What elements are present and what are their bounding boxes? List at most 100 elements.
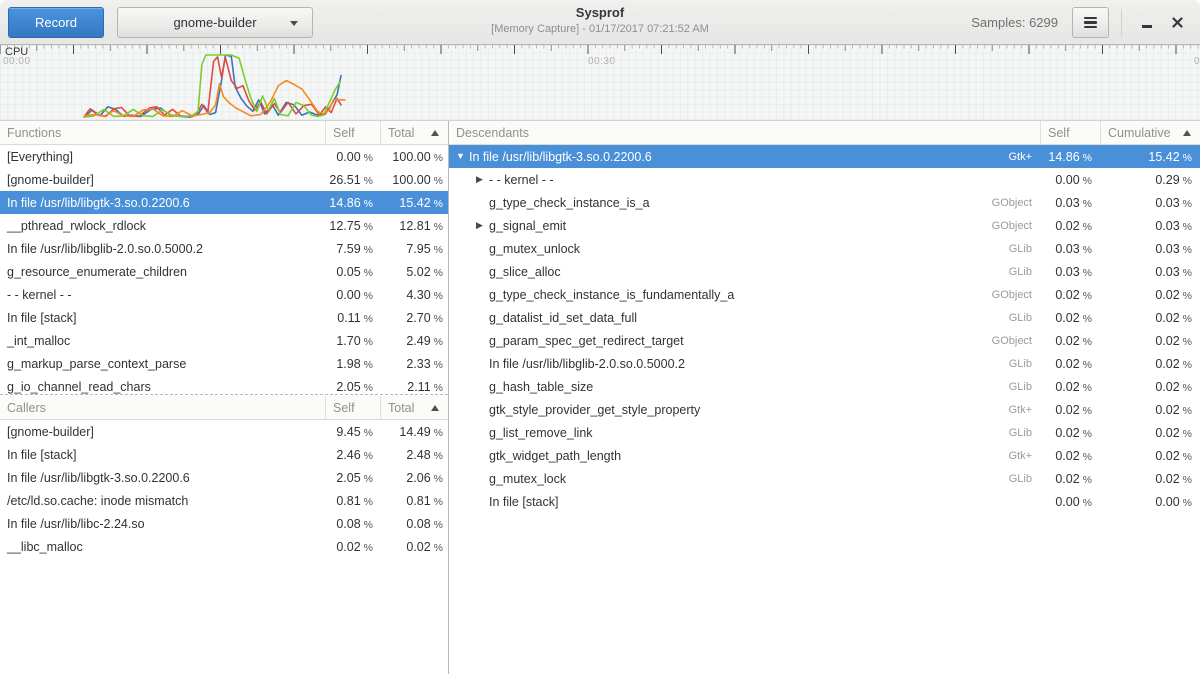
self-value-cell: 0.02% [1040, 334, 1100, 348]
library-badge: Gtk+ [1000, 404, 1040, 416]
library-badge: GLib [1001, 381, 1040, 393]
total-column-header[interactable]: Total [380, 121, 448, 144]
callers-column-header[interactable]: Callers [0, 396, 325, 419]
cumulative-column-header[interactable]: Cumulative [1100, 121, 1200, 144]
descendant-name-cell: g_type_check_instance_is_aGObject [449, 196, 1040, 210]
minimize-icon [1142, 25, 1152, 28]
headerbar-right: Samples: 6299 [971, 0, 1192, 45]
total-column-header[interactable]: Total [380, 396, 448, 419]
self-value-cell: 0.02% [1040, 449, 1100, 463]
cumulative-value-cell: 0.02% [1100, 357, 1200, 371]
table-row[interactable]: g_resource_enumerate_children0.05%5.02% [0, 260, 448, 283]
descendant-name-label: g_signal_emit [489, 219, 566, 233]
table-row[interactable]: _int_malloc1.70%2.49% [0, 329, 448, 352]
cumulative-value-cell: 0.03% [1100, 219, 1200, 233]
table-row[interactable]: In file /usr/lib/libc-2.24.so0.08%0.08% [0, 512, 448, 535]
table-row[interactable]: In file /usr/lib/libgtk-3.so.0.2200.614.… [0, 191, 448, 214]
time-tick-label: 01:00 [1194, 56, 1200, 67]
table-row[interactable]: g_hash_table_sizeGLib0.02%0.02% [449, 375, 1200, 398]
table-row[interactable]: __libc_malloc0.02%0.02% [0, 535, 448, 558]
function-name-cell: In file /usr/lib/libc-2.24.so [0, 517, 325, 531]
table-row[interactable]: ▶g_signal_emitGObject0.02%0.03% [449, 214, 1200, 237]
table-row[interactable]: In file /usr/lib/libglib-2.0.so.0.5000.2… [449, 352, 1200, 375]
total-column-label: Total [388, 126, 414, 140]
table-row[interactable]: In file [stack]2.46%2.48% [0, 443, 448, 466]
close-button[interactable] [1162, 8, 1192, 38]
table-row[interactable]: ▼In file /usr/lib/libgtk-3.so.0.2200.6Gt… [449, 145, 1200, 168]
descendant-name-cell: ▶- - kernel - - [449, 173, 1040, 187]
process-selector[interactable]: gnome-builder [117, 7, 313, 38]
table-row[interactable]: g_markup_parse_context_parse1.98%2.33% [0, 352, 448, 375]
cumulative-column-label: Cumulative [1108, 126, 1171, 140]
total-value-cell: 2.70% [380, 311, 448, 325]
cpu-graph[interactable]: CPU 00:0000:3001:00 [0, 45, 1200, 121]
headerbar: Record gnome-builder Sysprof [Memory Cap… [0, 0, 1200, 45]
table-row[interactable]: /etc/ld.so.cache: inode mismatch0.81%0.8… [0, 489, 448, 512]
library-badge: GObject [984, 197, 1040, 209]
table-row[interactable]: [gnome-builder]26.51%100.00% [0, 168, 448, 191]
left-panel: Functions Self Total [Everything]0.00%10… [0, 121, 448, 674]
table-row[interactable]: g_type_check_instance_is_fundamentally_a… [449, 283, 1200, 306]
self-value-cell: 26.51% [325, 173, 380, 187]
table-row[interactable]: g_slice_allocGLib0.03%0.03% [449, 260, 1200, 283]
table-row[interactable]: __pthread_rwlock_rdlock12.75%12.81% [0, 214, 448, 237]
window-controls-divider [1121, 9, 1122, 36]
record-button[interactable]: Record [8, 7, 104, 38]
table-row[interactable]: g_mutex_unlockGLib0.03%0.03% [449, 237, 1200, 260]
cumulative-value-cell: 0.02% [1100, 403, 1200, 417]
library-badge: Gtk+ [1000, 151, 1040, 163]
self-column-header[interactable]: Self [325, 396, 380, 419]
library-badge: GLib [1001, 427, 1040, 439]
expander-closed-icon[interactable]: ▶ [476, 175, 489, 184]
descendant-name-cell: g_datalist_id_set_data_fullGLib [449, 311, 1040, 325]
table-row[interactable]: [gnome-builder]9.45%14.49% [0, 420, 448, 443]
self-column-header[interactable]: Self [325, 121, 380, 144]
time-tick-label: 00:00 [3, 56, 31, 67]
title-box: Sysprof [Memory Capture] - 01/17/2017 07… [491, 5, 709, 35]
descendants-table: ▼In file /usr/lib/libgtk-3.so.0.2200.6Gt… [449, 145, 1200, 513]
table-row[interactable]: gtk_style_provider_get_style_propertyGtk… [449, 398, 1200, 421]
table-row[interactable]: g_io_channel_read_chars2.05%2.11% [0, 375, 448, 394]
process-selector-label: gnome-builder [173, 15, 256, 30]
minimize-button[interactable] [1132, 8, 1162, 38]
functions-column-header[interactable]: Functions [0, 121, 325, 144]
function-name-cell: /etc/ld.so.cache: inode mismatch [0, 494, 325, 508]
function-name-cell: In file /usr/lib/libgtk-3.so.0.2200.6 [0, 471, 325, 485]
library-badge: GLib [1001, 312, 1040, 324]
table-row[interactable]: ▶- - kernel - -0.00%0.29% [449, 168, 1200, 191]
descendant-name-cell: g_mutex_lockGLib [449, 472, 1040, 486]
descendants-column-header[interactable]: Descendants [449, 121, 1040, 144]
library-badge: Gtk+ [1000, 450, 1040, 462]
table-row[interactable]: In file [stack]0.00%0.00% [449, 490, 1200, 513]
library-badge: GObject [984, 289, 1040, 301]
expander-closed-icon[interactable]: ▶ [476, 221, 489, 230]
table-row[interactable]: In file /usr/lib/libgtk-3.so.0.2200.6 2.0… [0, 466, 448, 489]
cumulative-value-cell: 0.03% [1100, 265, 1200, 279]
table-row[interactable]: g_param_spec_get_redirect_targetGObject0… [449, 329, 1200, 352]
self-value-cell: 14.86% [1040, 150, 1100, 164]
table-row[interactable]: [Everything]0.00%100.00% [0, 145, 448, 168]
table-row[interactable]: - - kernel - -0.00%4.30% [0, 283, 448, 306]
table-row[interactable]: g_datalist_id_set_data_fullGLib0.02%0.02… [449, 306, 1200, 329]
table-row[interactable]: g_mutex_lockGLib0.02%0.02% [449, 467, 1200, 490]
table-row[interactable]: g_list_remove_linkGLib0.02%0.02% [449, 421, 1200, 444]
library-badge: GLib [1001, 266, 1040, 278]
menu-button[interactable] [1072, 7, 1109, 38]
total-value-cell: 100.00% [380, 150, 448, 164]
table-row[interactable]: In file /usr/lib/libglib-2.0.so.0.5000.2… [0, 237, 448, 260]
sort-ascending-icon [1183, 130, 1191, 136]
self-value-cell: 1.70% [325, 334, 380, 348]
self-value-cell: 0.02% [1040, 219, 1100, 233]
self-value-cell: 0.00% [1040, 495, 1100, 509]
expander-open-icon[interactable]: ▼ [456, 152, 469, 161]
time-tick-label: 00:30 [588, 56, 616, 67]
total-value-cell: 2.06% [380, 471, 448, 485]
cumulative-value-cell: 0.02% [1100, 288, 1200, 302]
self-value-cell: 0.02% [1040, 288, 1100, 302]
table-row[interactable]: In file [stack]0.11%2.70% [0, 306, 448, 329]
self-value-cell: 0.02% [325, 540, 380, 554]
descendant-name-cell: In file [stack] [449, 495, 1040, 509]
table-row[interactable]: g_type_check_instance_is_aGObject0.03%0.… [449, 191, 1200, 214]
self-column-header[interactable]: Self [1040, 121, 1100, 144]
table-row[interactable]: gtk_widget_path_lengthGtk+0.02%0.02% [449, 444, 1200, 467]
